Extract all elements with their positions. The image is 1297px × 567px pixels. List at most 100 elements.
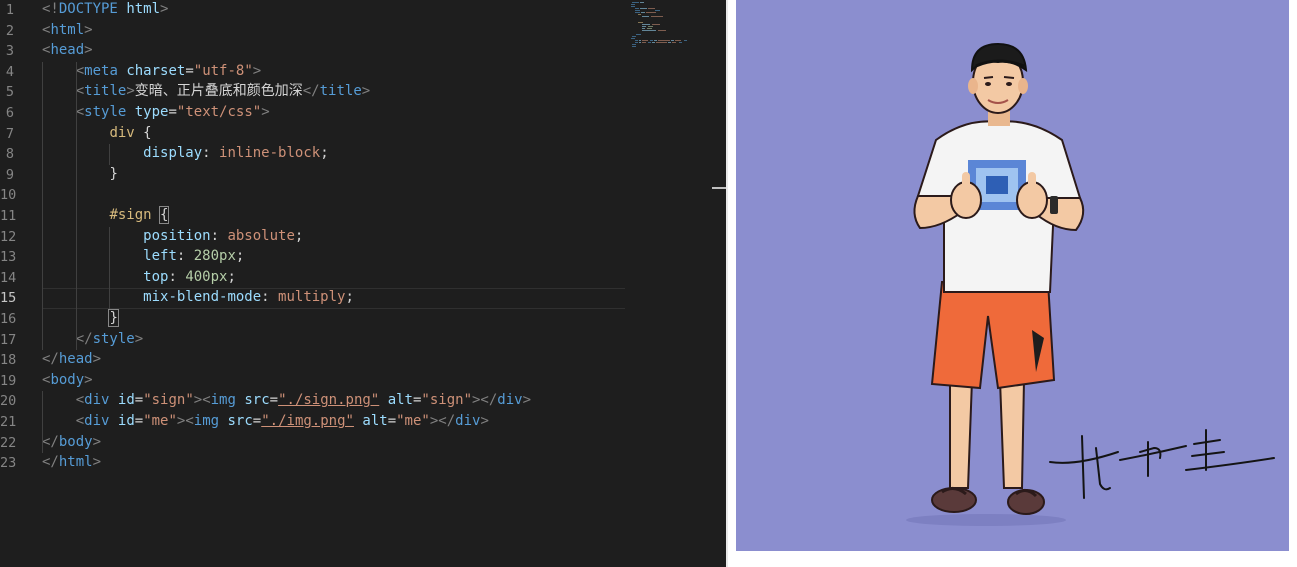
code-line[interactable]: <div id="sign"><img src="./sign.png" alt… bbox=[42, 390, 531, 411]
code-token: "./sign.png" bbox=[278, 392, 380, 409]
code-token: html bbox=[50, 21, 85, 38]
line-number[interactable]: 3 bbox=[0, 41, 14, 62]
line-number[interactable]: 9 bbox=[0, 165, 14, 186]
code-line[interactable]: </style> bbox=[42, 329, 143, 350]
code-line[interactable]: div { bbox=[42, 123, 152, 144]
line-number[interactable]: 12 bbox=[0, 227, 16, 248]
minimap-stroke bbox=[635, 42, 638, 43]
code-line[interactable]: #sign { bbox=[42, 205, 170, 226]
code-token: id bbox=[117, 392, 135, 409]
minimap-stroke bbox=[631, 6, 635, 7]
code-token: src bbox=[227, 413, 253, 429]
code-token: style bbox=[92, 330, 135, 347]
minimap-stroke bbox=[646, 12, 656, 13]
code-line[interactable]: <title>变暗、正片叠底和颜色加深</title> bbox=[42, 81, 370, 102]
code-token: position bbox=[143, 227, 211, 244]
line-number[interactable]: 7 bbox=[0, 124, 14, 145]
code-token: > bbox=[134, 330, 144, 347]
minimap-stroke bbox=[639, 42, 641, 43]
line-number[interactable]: 14 bbox=[0, 268, 16, 289]
line-number[interactable]: 6 bbox=[0, 103, 14, 124]
code-token: < bbox=[75, 413, 85, 429]
line-number[interactable]: 4 bbox=[0, 62, 14, 83]
code-token: </ bbox=[75, 330, 93, 347]
indent-guide bbox=[42, 391, 43, 454]
minimap-stroke bbox=[642, 42, 646, 43]
code-line[interactable]: <div id="me"><img src="./img.png" alt="m… bbox=[42, 411, 489, 432]
minimap-stroke bbox=[635, 8, 639, 9]
line-number[interactable]: 2 bbox=[0, 21, 14, 42]
code-token: div bbox=[497, 392, 523, 409]
code-token: } bbox=[108, 309, 119, 327]
code-token: #sign bbox=[109, 207, 152, 223]
line-number[interactable]: 5 bbox=[0, 82, 14, 103]
minimap-stroke bbox=[639, 40, 641, 41]
code-token: top bbox=[143, 268, 169, 285]
code-token: </ bbox=[42, 454, 59, 471]
code-line[interactable]: display: inline-block; bbox=[42, 143, 328, 164]
minimap-stroke bbox=[631, 38, 635, 39]
code-line[interactable]: </html> bbox=[42, 452, 101, 473]
minimap-stroke bbox=[650, 40, 653, 41]
line-number[interactable]: 13 bbox=[0, 247, 16, 268]
scrollbar-thumb[interactable] bbox=[712, 187, 726, 189]
line-number[interactable]: 17 bbox=[0, 330, 16, 351]
minimap-stroke bbox=[658, 40, 670, 41]
minimap-stroke bbox=[642, 30, 656, 31]
minimap[interactable] bbox=[630, 0, 712, 48]
code-token: = bbox=[168, 104, 177, 120]
code-token: = bbox=[269, 392, 279, 409]
code-token: = bbox=[134, 413, 144, 429]
signature-image bbox=[1049, 429, 1275, 499]
code-line[interactable]: <head> bbox=[42, 40, 93, 61]
line-number[interactable]: 10 bbox=[0, 185, 16, 206]
code-line[interactable]: top: 400px; bbox=[42, 267, 236, 288]
code-token: > bbox=[92, 454, 102, 471]
code-line[interactable]: position: absolute; bbox=[42, 226, 303, 247]
line-number[interactable]: 8 bbox=[0, 144, 14, 165]
minimap-stroke bbox=[648, 42, 651, 43]
indent-guide bbox=[109, 226, 111, 309]
code-token: 变暗、正片叠底和颜色加深 bbox=[134, 83, 303, 100]
line-number[interactable]: 22 bbox=[0, 433, 16, 454]
code-token: <! bbox=[42, 1, 59, 17]
line-number[interactable]: 19 bbox=[0, 371, 16, 392]
line-number[interactable]: 11 bbox=[0, 206, 16, 227]
code-token: { bbox=[134, 124, 152, 141]
line-number[interactable]: 16 bbox=[0, 309, 16, 330]
line-number[interactable]: 21 bbox=[0, 412, 16, 433]
browser-preview bbox=[728, 0, 1297, 567]
code-line[interactable]: <body> bbox=[42, 370, 93, 391]
code-line[interactable]: } bbox=[42, 164, 117, 185]
line-number[interactable]: 18 bbox=[0, 350, 16, 371]
code-line[interactable]: </body> bbox=[42, 432, 101, 453]
line-number[interactable]: 15 bbox=[0, 288, 16, 309]
code-line[interactable]: <html> bbox=[42, 20, 93, 41]
line-number[interactable]: 1 bbox=[0, 0, 14, 21]
line-number[interactable]: 20 bbox=[0, 391, 16, 412]
indent-guide bbox=[42, 61, 43, 351]
code-line[interactable]: } bbox=[42, 308, 119, 329]
line-number[interactable]: 23 bbox=[0, 453, 16, 474]
code-token: absolute bbox=[227, 227, 295, 244]
code-token: { bbox=[158, 206, 170, 224]
code-line[interactable]: <!DOCTYPE html> bbox=[42, 0, 168, 20]
code-token: "me" bbox=[396, 413, 430, 429]
code-line[interactable]: left: 280px; bbox=[42, 246, 244, 267]
code-token: < bbox=[75, 104, 85, 120]
code-token: > bbox=[252, 62, 262, 79]
code-editor[interactable]: 1 2 3 4 5 6 7 8 9 10 11 12 13 14 15 16 17 18 19 20 21 22 23 <!… bbox=[0, 0, 726, 567]
minimap-stroke bbox=[647, 28, 652, 29]
code-line[interactable]: mix-blend-mode: multiply; bbox=[42, 287, 354, 308]
minimap-stroke bbox=[642, 16, 649, 17]
minimap-stroke bbox=[636, 34, 641, 35]
minimap-stroke bbox=[654, 40, 657, 41]
code-line[interactable]: </head> bbox=[42, 349, 101, 370]
